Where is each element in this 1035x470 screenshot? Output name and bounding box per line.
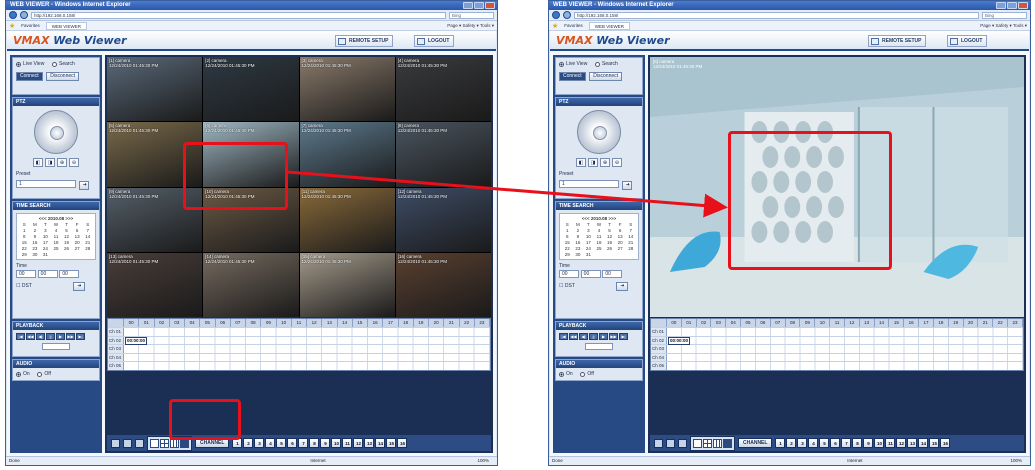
annotation-arrow [287, 170, 728, 218]
